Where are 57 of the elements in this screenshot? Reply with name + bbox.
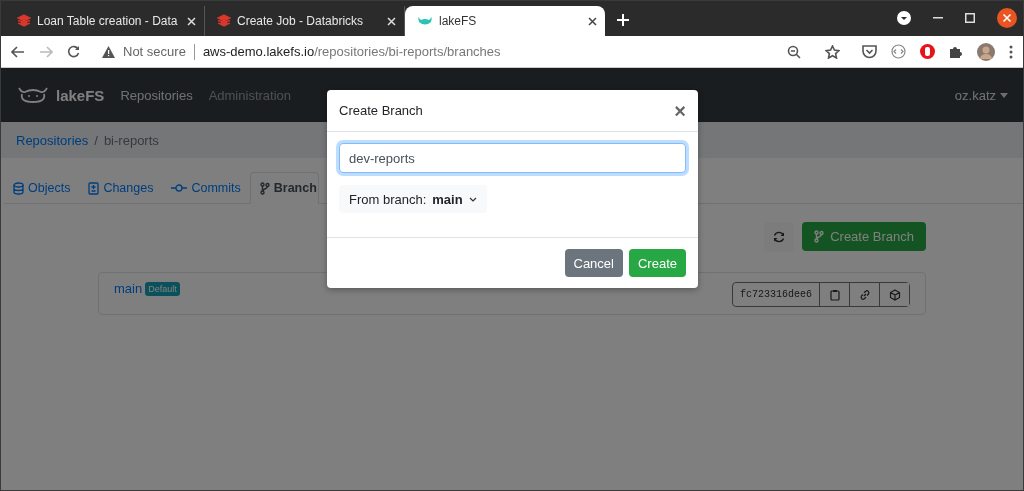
brand-logo[interactable]: lakeFS bbox=[16, 85, 105, 105]
code-icon[interactable] bbox=[891, 44, 906, 59]
url-text[interactable]: aws-demo.lakefs.io/repositories/bi-reports/branches bbox=[202, 44, 501, 59]
pocket-icon[interactable] bbox=[862, 44, 877, 59]
create-button[interactable]: Create bbox=[628, 249, 686, 277]
tab-search-icon[interactable] bbox=[897, 11, 911, 25]
reload-icon[interactable] bbox=[67, 45, 80, 58]
zoom-out-icon[interactable] bbox=[787, 44, 801, 59]
stop-hand-icon[interactable] bbox=[920, 44, 935, 59]
dialog-title: Create Branch bbox=[339, 103, 423, 118]
cube-icon bbox=[888, 288, 901, 301]
caret-icon bbox=[1000, 92, 1008, 98]
branch-icon bbox=[259, 181, 270, 195]
create-branch-button[interactable]: Create Branch bbox=[802, 222, 926, 251]
user-menu[interactable]: oz.katz bbox=[954, 87, 1008, 103]
breadcrumb-link[interactable]: Repositories bbox=[16, 132, 89, 148]
link-icon bbox=[858, 288, 871, 301]
source-branch-dropdown[interactable]: From branch: main bbox=[339, 185, 487, 213]
chevron-down-icon bbox=[468, 196, 477, 202]
stack-icon bbox=[17, 14, 31, 28]
security-label: Not secure bbox=[123, 44, 186, 59]
stack-icon bbox=[217, 14, 231, 28]
branch-name-field[interactable]: dev-reports bbox=[339, 143, 686, 173]
refresh-icon bbox=[773, 231, 786, 243]
close-button[interactable]: × bbox=[674, 100, 686, 121]
clipboard-icon bbox=[829, 288, 840, 301]
maximize-icon[interactable] bbox=[965, 13, 975, 23]
file-diff-icon bbox=[88, 181, 100, 195]
breadcrumb-separator: / bbox=[94, 132, 98, 148]
nav-link[interactable]: Repositories bbox=[120, 87, 193, 103]
star-icon[interactable] bbox=[825, 44, 840, 59]
close-icon[interactable] bbox=[997, 8, 1017, 28]
tab-title: Loan Table creation - Data bbox=[37, 14, 179, 28]
branch-link[interactable]: main bbox=[114, 281, 143, 296]
commit-icon bbox=[171, 183, 188, 193]
axolotl-icon bbox=[417, 16, 433, 26]
branch-icon bbox=[814, 230, 825, 243]
close-icon[interactable] bbox=[588, 16, 597, 26]
database-icon bbox=[13, 181, 24, 195]
puzzle-icon[interactable] bbox=[949, 44, 963, 59]
breadcrumb-current: bi-reports bbox=[103, 132, 159, 148]
repo-tab[interactable]: Objects bbox=[4, 172, 80, 204]
box-button[interactable] bbox=[879, 283, 909, 306]
repo-tab[interactable]: Branch bbox=[249, 172, 319, 204]
back-icon[interactable] bbox=[11, 45, 25, 58]
cancel-button[interactable]: Cancel bbox=[564, 249, 623, 277]
new-tab-icon[interactable] bbox=[617, 14, 629, 26]
minimize-icon[interactable] bbox=[933, 17, 943, 19]
warning-icon bbox=[102, 45, 115, 58]
browser-tab[interactable]: lakeFS bbox=[405, 6, 605, 36]
tab-title: lakeFS bbox=[439, 14, 478, 28]
repo-tab[interactable]: Changes bbox=[79, 172, 163, 204]
repo-tab[interactable]: Commits bbox=[162, 172, 250, 204]
tab-title: Create Job - Databricks bbox=[237, 14, 365, 28]
menu-icon[interactable] bbox=[1009, 44, 1013, 59]
default-badge: Default bbox=[145, 282, 180, 296]
avatar-icon[interactable] bbox=[977, 42, 995, 61]
